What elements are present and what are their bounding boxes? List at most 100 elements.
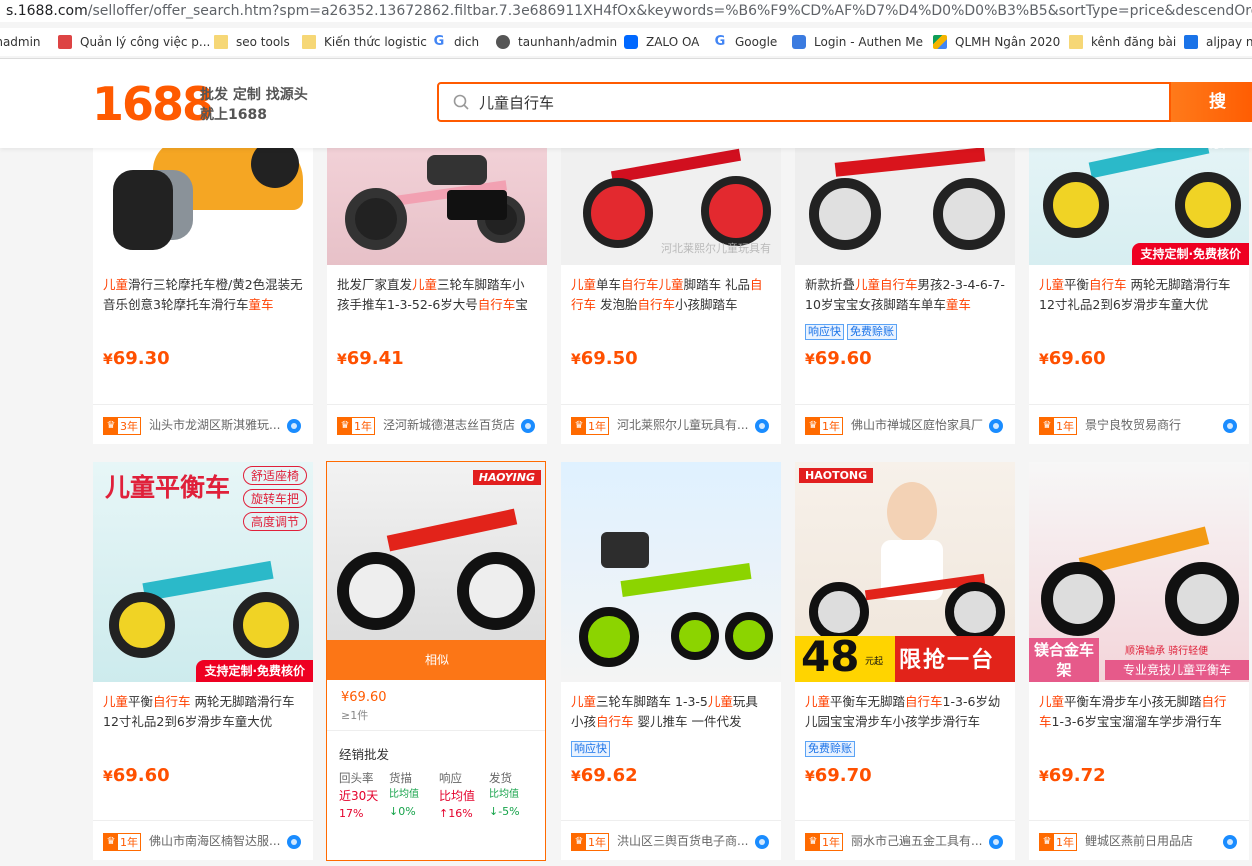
bookmark-kien-thuc[interactable]: Kiến thức logistic bbox=[302, 33, 427, 51]
product-image[interactable]: 镁合金车架 顺滑轴承 骑行轻便 专业竞技儿童平衡车 bbox=[1029, 462, 1249, 682]
shop-name[interactable]: 丽水市己遍五金工具有... bbox=[851, 833, 991, 849]
wangwang-chat-icon[interactable] bbox=[755, 835, 769, 849]
search-button[interactable]: 搜 索 bbox=[1171, 82, 1252, 152]
title-keyword: 儿童 bbox=[658, 277, 684, 292]
bookmark-label: ZALO OA bbox=[646, 35, 700, 49]
product-card[interactable]: HAOTONG 48 元起 限抢一台 儿童平衡车无脚踏自行车1-3-6岁幼儿园宝… bbox=[795, 462, 1015, 860]
address-bar[interactable]: s.1688.com/selloffer/offer_search.htm?sp… bbox=[0, 0, 1252, 22]
wangwang-chat-icon[interactable] bbox=[755, 419, 769, 433]
bookmark-taunhanh[interactable]: taunhanh/admin bbox=[496, 33, 617, 51]
promo-unit: 元起 bbox=[865, 657, 884, 667]
wangwang-chat-icon[interactable] bbox=[521, 419, 535, 433]
image-feature: 旋转车把 bbox=[243, 489, 307, 508]
bookmark-qlmh[interactable]: QLMH Ngân 2020 bbox=[933, 33, 1060, 51]
zalo-icon bbox=[624, 35, 638, 49]
product-title[interactable]: 儿童平衡自行车 两轮无脚踏滑行车12寸礼品2到6岁滑步车童大优 bbox=[103, 692, 303, 732]
bookmark-dich[interactable]: Gdich bbox=[432, 33, 479, 51]
similar-button[interactable]: 相似 bbox=[327, 640, 545, 680]
title-keyword: 儿童 bbox=[707, 694, 733, 709]
stat-label: 回头率 bbox=[339, 771, 374, 785]
stat-metric: 比均值 bbox=[389, 789, 419, 800]
stat-value: ↓-5% bbox=[489, 805, 520, 818]
crown-icon: ♛ bbox=[572, 418, 586, 434]
product-price: ¥69.60 bbox=[1039, 348, 1106, 369]
product-image[interactable]: 儿童平衡车 舒适座椅 旋转车把 高度调节 支持定制·免费核价 bbox=[93, 462, 313, 682]
shop-name[interactable]: 泾河新城德湛志丝百货店 bbox=[383, 417, 523, 433]
product-price: ¥69.60 bbox=[805, 348, 872, 369]
bookmark-label: taunhanh/admin bbox=[518, 35, 618, 49]
shop-name[interactable]: 河北莱熙尔儿童玩具有... bbox=[617, 417, 757, 433]
logo[interactable]: 1688 bbox=[92, 81, 214, 127]
bookmark-login[interactable]: Login - Authen Me bbox=[792, 33, 923, 51]
bookmark-label: QLMH Ngân 2020 bbox=[955, 35, 1061, 49]
wangwang-chat-icon[interactable] bbox=[1223, 419, 1237, 433]
credit-badge: 免费赊账 bbox=[805, 741, 855, 757]
shop-name[interactable]: 佛山市南海区楠智达服... bbox=[149, 833, 289, 849]
title-text: 婴儿推车 一件代发 bbox=[633, 714, 742, 729]
folder-icon bbox=[1069, 35, 1083, 49]
shop-info: ♛ 1年 洪山区三舆百货电子商... bbox=[561, 820, 781, 860]
shop-info: ♛ 1年 泾河新城德湛志丝百货店 bbox=[327, 404, 547, 444]
title-keyword: 自行车 bbox=[637, 297, 676, 312]
crown-icon: ♛ bbox=[104, 418, 118, 434]
bookmark-aljpay[interactable]: aljpay nh bbox=[1184, 33, 1252, 51]
wangwang-chat-icon[interactable] bbox=[989, 835, 1003, 849]
product-title[interactable]: 儿童滑行三轮摩托车橙/黄2色混装无音乐创意3轮摩托车滑行车童车 bbox=[103, 275, 303, 315]
years-badge: ♛ 1年 bbox=[805, 417, 843, 435]
shop-name[interactable]: 汕头市龙湖区斯淇雅玩... bbox=[149, 417, 289, 433]
product-title[interactable]: 儿童平衡车滑步车小孩无脚踏自行车1-3-6岁宝宝溜溜车学步滑行车 bbox=[1039, 692, 1239, 732]
product-title[interactable]: 新款折叠儿童自行车男孩2-3-4-6-7-10岁宝宝女孩脚踏车单车童车 bbox=[805, 275, 1005, 315]
title-text: 宝 bbox=[515, 297, 528, 312]
title-keyword: 儿童 bbox=[1039, 277, 1065, 292]
shop-info: ♛ 1年 丽水市己遍五金工具有... bbox=[795, 820, 1015, 860]
bookmark-inadmin[interactable]: inadmin bbox=[0, 33, 41, 51]
product-card[interactable]: 镁合金车架 顺滑轴承 骑行轻便 专业竞技儿童平衡车 儿童平衡车滑步车小孩无脚踏自… bbox=[1029, 462, 1249, 860]
stat-value: 17% bbox=[339, 807, 364, 820]
bookmark-seo-tools[interactable]: seo tools bbox=[214, 33, 290, 51]
product-image[interactable]: HAOTONG 48 元起 限抢一台 bbox=[795, 462, 1015, 682]
shop-name[interactable]: 佛山市禅城区庭怡家具厂 bbox=[851, 417, 991, 433]
crown-icon: ♛ bbox=[572, 834, 586, 850]
wangwang-chat-icon[interactable] bbox=[1223, 835, 1237, 849]
product-card[interactable]: 儿童平衡车 舒适座椅 旋转车把 高度调节 支持定制·免费核价 儿童平衡自行车 两… bbox=[93, 462, 313, 860]
product-title[interactable]: 儿童平衡自行车 两轮无脚踏滑行车12寸礼品2到6岁滑步车童大优 bbox=[1039, 275, 1239, 315]
wangwang-chat-icon[interactable] bbox=[287, 835, 301, 849]
image-promo-tag: 支持定制·免费核价 bbox=[196, 660, 313, 682]
product-title[interactable]: 批发厂家直发儿童三轮车脚踏车小孩手推车1-3-52-6岁大号自行车宝 bbox=[337, 275, 537, 315]
bookmark-kenh-dang-bai[interactable]: kênh đăng bài bbox=[1069, 33, 1176, 51]
title-text: 发泡胎 bbox=[596, 297, 638, 312]
fast-response-badge: 响应快 bbox=[571, 741, 610, 757]
promo-text: 限抢一台 bbox=[899, 648, 996, 673]
image-heading: 儿童平衡车 bbox=[105, 473, 231, 502]
search-input[interactable] bbox=[477, 84, 1081, 122]
shop-name[interactable]: 鲤城区燕前日用品店 bbox=[1085, 833, 1225, 849]
shop-name[interactable]: 景宁良牧贸易商行 bbox=[1085, 417, 1225, 433]
bookmark-quan-ly[interactable]: Quản lý công việc p... bbox=[58, 33, 210, 51]
service-badges: 响应快 bbox=[571, 741, 613, 757]
google-icon: G bbox=[432, 34, 446, 49]
product-card[interactable]: 儿童滑行三轮摩托车橙/黄2色混装无音乐创意3轮摩托车滑行车童车 ¥69.30 ♛… bbox=[93, 100, 313, 444]
bookmark-label: aljpay nh bbox=[1206, 35, 1252, 49]
shop-info: ♛ 1年 佛山市南海区楠智达服... bbox=[93, 820, 313, 860]
product-card[interactable]: 河北莱熙尔儿童玩具有 儿童单车自行车儿童脚踏车 礼品自行车 发泡胎自行车小孩脚踏… bbox=[561, 100, 781, 444]
wangwang-chat-icon[interactable] bbox=[287, 419, 301, 433]
product-card-hovered[interactable]: HAOYING 相似 ¥69.60 ≥1件 经销批发 回头率 近30天 17% … bbox=[326, 461, 546, 861]
title-keyword: 自行车 bbox=[153, 694, 191, 709]
product-title[interactable]: 儿童单车自行车儿童脚踏车 礼品自行车 发泡胎自行车小孩脚踏车 bbox=[571, 275, 771, 315]
credit-badge: 免费赊账 bbox=[847, 324, 897, 340]
product-price: ¥69.70 bbox=[805, 765, 872, 786]
shop-name[interactable]: 洪山区三舆百货电子商... bbox=[617, 833, 757, 849]
wangwang-chat-icon[interactable] bbox=[989, 419, 1003, 433]
product-card[interactable]: 新款折叠儿童自行车男孩2-3-4-6-7-10岁宝宝女孩脚踏车单车童车 响应快免… bbox=[795, 100, 1015, 444]
bookmark-google[interactable]: G Google bbox=[713, 33, 777, 51]
title-keyword: 自行车 bbox=[880, 277, 918, 292]
product-image[interactable] bbox=[561, 462, 781, 682]
title-text: 三轮车脚踏车 1-3-5 bbox=[596, 694, 708, 709]
product-card[interactable]: 批发厂家直发儿童三轮车脚踏车小孩手推车1-3-52-6岁大号自行车宝 ¥69.4… bbox=[327, 100, 547, 444]
bookmark-zalo[interactable]: ZALO OA bbox=[624, 33, 699, 51]
title-text: 新款折叠 bbox=[805, 277, 856, 292]
product-title[interactable]: 儿童三轮车脚踏车 1-3-5儿童玩具 小孩自行车 婴儿推车 一件代发 bbox=[571, 692, 771, 732]
product-title[interactable]: 儿童平衡车无脚踏自行车1-3-6岁幼儿园宝宝滑步车小孩学步滑行车 bbox=[805, 692, 1005, 732]
product-card[interactable]: 儿童三轮车脚踏车 1-3-5儿童玩具 小孩自行车 婴儿推车 一件代发 响应快 ¥… bbox=[561, 462, 781, 860]
title-keyword: 儿童 bbox=[412, 277, 438, 292]
